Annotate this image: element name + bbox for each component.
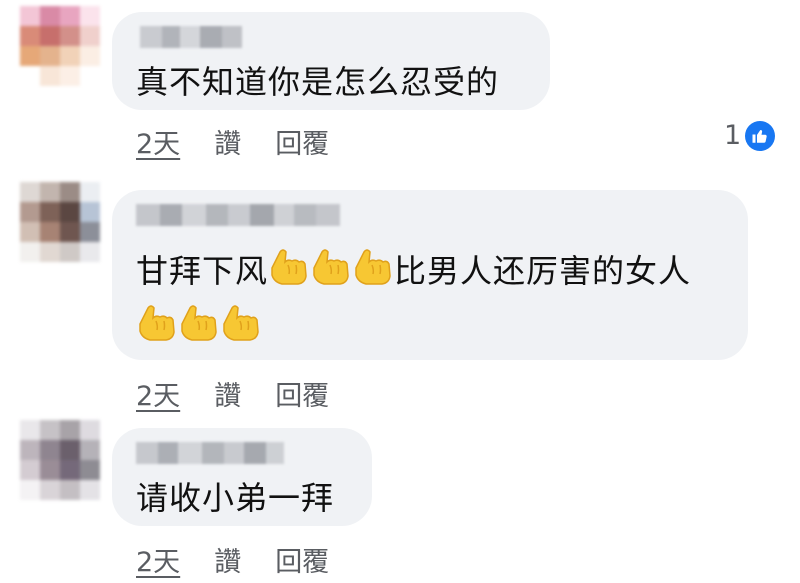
reply-button[interactable]: 回覆 [275, 381, 329, 412]
comment-actions: 2天 讚 回覆 [136, 374, 329, 413]
comment-text: 甘拜下风 比男人还厉害的女人 [136, 248, 691, 297]
call-me-hand-emoji [352, 248, 394, 297]
comment-text-part2: 比男人还厉害的女人 [394, 252, 692, 290]
commenter-name[interactable] [136, 204, 340, 226]
reaction-count: 1 [724, 120, 742, 151]
comment-text: 请收小弟一拜 [136, 479, 335, 517]
call-me-hand-emoji [178, 304, 220, 353]
like-icon [745, 120, 776, 151]
avatar[interactable] [20, 6, 100, 86]
call-me-hand-emoji [136, 304, 178, 353]
call-me-hand-emoji [220, 304, 262, 353]
avatar[interactable] [20, 182, 100, 262]
comment-bubble: 甘拜下风 比男人还厉害的女人 [112, 190, 748, 360]
like-button[interactable]: 讚 [214, 381, 241, 412]
reply-button[interactable]: 回覆 [275, 129, 329, 160]
timestamp-link[interactable]: 2天 [136, 129, 180, 160]
timestamp-link[interactable]: 2天 [136, 381, 180, 412]
like-button[interactable]: 讚 [214, 129, 241, 160]
comment-text-part1: 甘拜下风 [136, 252, 269, 290]
call-me-hand-emoji [310, 248, 352, 297]
timestamp-link[interactable]: 2天 [136, 547, 180, 578]
comment-bubble: 真不知道你是怎么忍受的 [112, 12, 550, 110]
comment-actions: 2天 讚 回覆 [136, 540, 329, 579]
call-me-hand-emoji [268, 248, 310, 297]
reply-button[interactable]: 回覆 [275, 547, 329, 578]
reaction-summary[interactable]: 1 [724, 120, 776, 151]
comment-actions: 2天 讚 回覆 [136, 122, 329, 161]
comment-bubble: 请收小弟一拜 [112, 428, 372, 526]
commenter-name[interactable] [140, 26, 242, 48]
avatar[interactable] [20, 420, 100, 500]
comment-emoji-line [136, 304, 262, 353]
commenter-name[interactable] [136, 442, 284, 464]
comment-text: 真不知道你是怎么忍受的 [136, 63, 500, 101]
like-button[interactable]: 讚 [214, 547, 241, 578]
